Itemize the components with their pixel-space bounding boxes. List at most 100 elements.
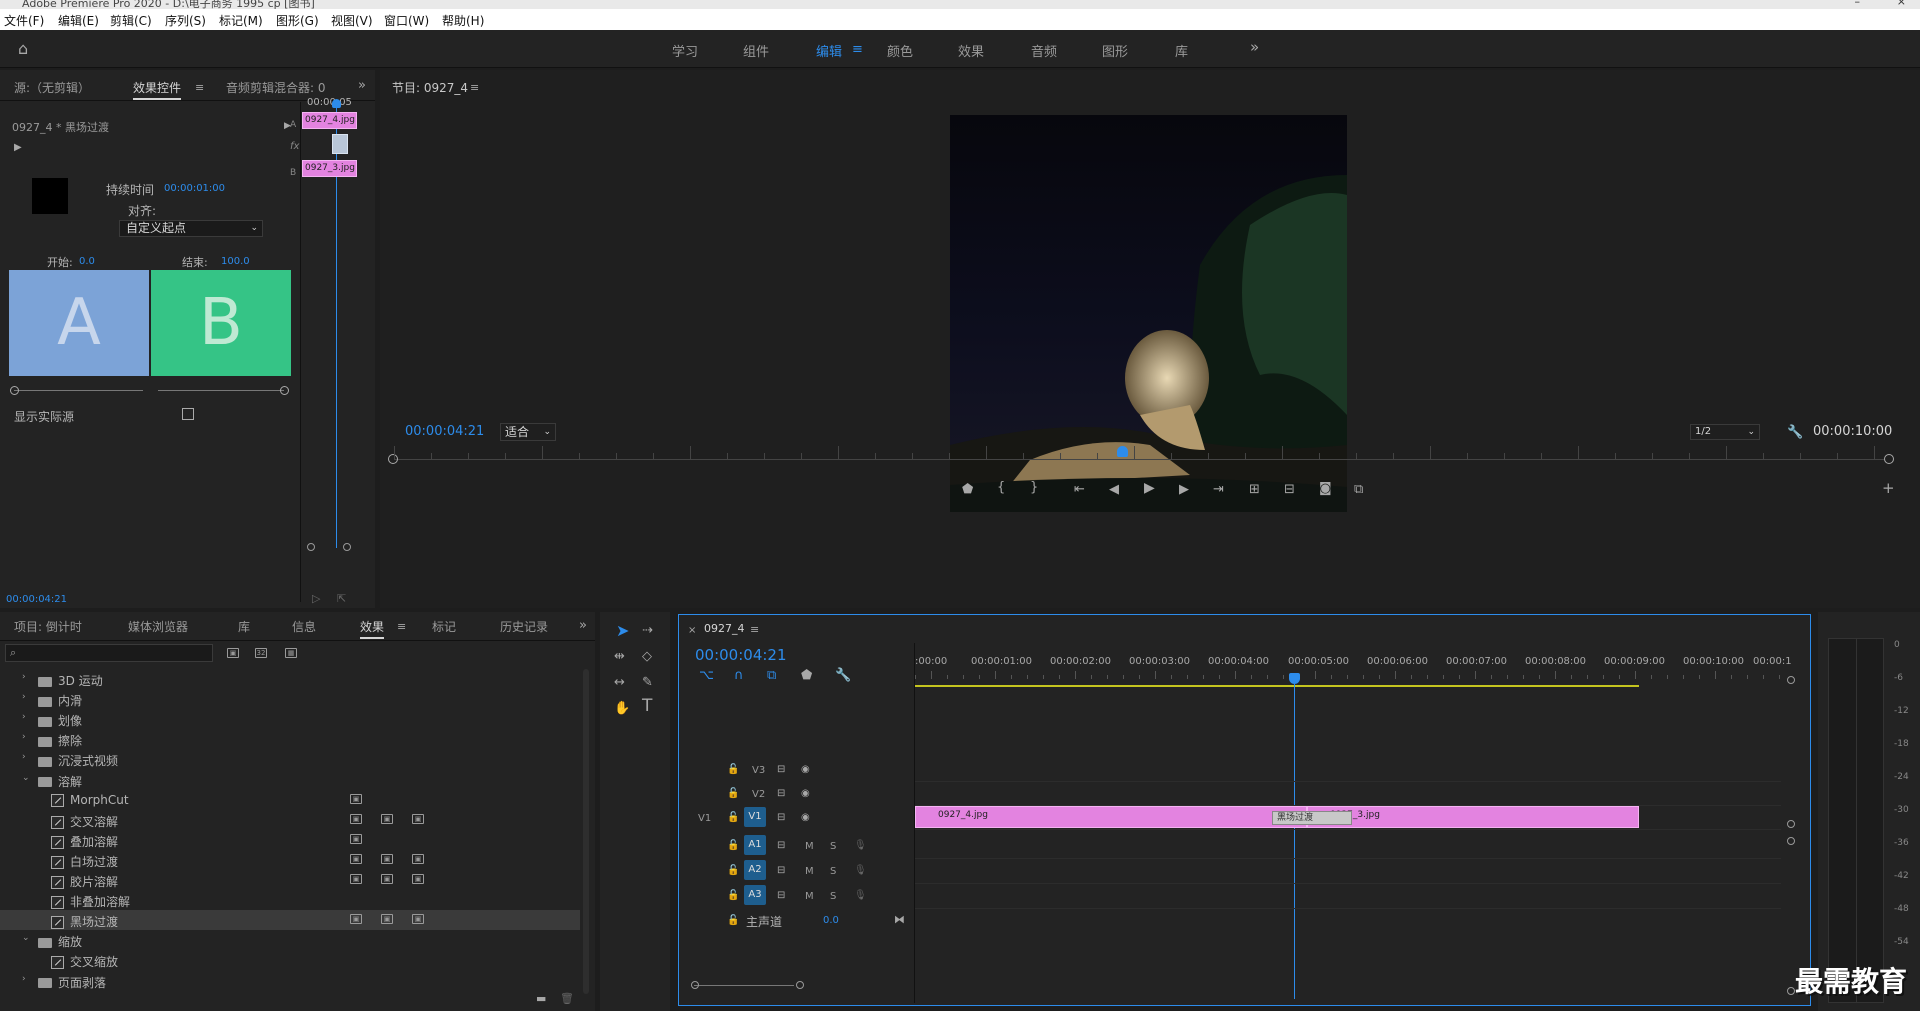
master-value[interactable]: 0.0 — [823, 915, 839, 926]
menu-item-3[interactable]: 序列(S) — [165, 12, 206, 29]
go-to-end-icon[interactable]: ⧓ — [894, 913, 905, 926]
chevron-right-icon[interactable]: › — [22, 712, 26, 722]
lock-icon[interactable]: 🔓 — [727, 864, 739, 877]
mic-icon[interactable]: 🎙 — [854, 864, 867, 877]
chevron-right-icon[interactable]: › — [22, 752, 26, 762]
end-slider-handle[interactable] — [280, 386, 289, 395]
effect-folder[interactable]: › 沉浸式视频 — [0, 749, 580, 769]
lock-icon[interactable]: 🔓 — [727, 889, 739, 902]
linked-selection-icon[interactable]: ⧉ — [767, 669, 776, 682]
snap-icon[interactable]: ∩ — [734, 669, 744, 682]
track-toggle-A2[interactable]: A2 — [744, 860, 766, 880]
effect-item[interactable]: 白场过渡 ▣ ▣ ▣ — [0, 850, 580, 870]
eye-icon[interactable]: ◉ — [801, 763, 810, 776]
workspace-tab-6[interactable]: 图形 — [1102, 41, 1128, 60]
chevron-right-icon[interactable]: › — [22, 732, 26, 742]
video-zoom-handle-top[interactable] — [1787, 676, 1795, 684]
project-tab-0[interactable]: 项目: 倒计时 — [14, 618, 82, 635]
effect-item[interactable]: 胶片溶解 ▣ ▣ ▣ — [0, 870, 580, 890]
quality-select[interactable]: 1/2 ⌄ — [1690, 424, 1760, 440]
close-tab-icon[interactable]: × — [688, 624, 696, 637]
effect-item[interactable]: 交叉溶解 ▣ ▣ ▣ — [0, 810, 580, 830]
timeline-zoom-bar[interactable] — [694, 985, 794, 986]
razor-tool-icon[interactable]: ◇ — [642, 650, 652, 663]
chevron-right-icon[interactable]: › — [22, 974, 26, 984]
mini-clip-b[interactable]: 0927_3.jpg — [302, 160, 357, 177]
solo-button[interactable]: S — [830, 891, 836, 902]
effect-folder[interactable]: › 内滑 — [0, 689, 580, 709]
step-forward-icon[interactable]: ▶ — [1179, 483, 1189, 496]
menu-item-6[interactable]: 视图(V) — [331, 12, 373, 29]
panel-menu-icon[interactable]: ≡ — [195, 81, 204, 94]
chevron-down-icon[interactable]: ⌄ — [22, 933, 30, 943]
effects-scrollbar[interactable] — [583, 669, 589, 994]
accelerated-effects-icon[interactable]: ▣ — [227, 648, 239, 658]
workspace-tab-7[interactable]: 库 — [1175, 41, 1188, 60]
filter-icon[interactable]: ▷ — [312, 592, 320, 605]
effects-menu-icon[interactable]: ≡ — [397, 620, 406, 633]
sync-lock-icon[interactable]: ⊟ — [777, 839, 785, 852]
add-marker-icon[interactable]: ⬟ — [962, 483, 973, 496]
workspace-tab-2[interactable]: 编辑 — [816, 41, 842, 60]
track-toggle-V2[interactable]: V2 — [752, 789, 765, 800]
menu-item-4[interactable]: 标记(M) — [219, 12, 263, 29]
track-toggle-A1[interactable]: A1 — [744, 835, 766, 855]
selection-tool-icon[interactable]: ➤ — [616, 623, 629, 639]
export-icon[interactable]: ⇱ — [337, 592, 346, 605]
step-back-icon[interactable]: ◀ — [1109, 483, 1119, 496]
effect-item[interactable]: 非叠加溶解 — [0, 890, 580, 910]
sync-lock-icon[interactable]: ⊟ — [777, 889, 785, 902]
mini-playhead-icon[interactable] — [332, 99, 341, 108]
lock-icon[interactable]: 🔓 — [727, 811, 739, 824]
mini-transition[interactable] — [332, 134, 348, 154]
workspace-tab-1[interactable]: 组件 — [743, 41, 769, 60]
timeline-tab[interactable]: 0927_4 — [704, 622, 745, 635]
workspace-menu-icon[interactable]: ≡ — [852, 43, 863, 56]
audio-zoom-handle-bottom[interactable] — [1787, 987, 1795, 995]
start-slider-handle[interactable] — [10, 386, 19, 395]
workspace-tab-0[interactable]: 学习 — [672, 41, 698, 60]
add-button-icon[interactable]: + — [1882, 481, 1895, 496]
solo-button[interactable]: S — [830, 841, 836, 852]
camera-icon[interactable]: ◙ — [1319, 482, 1332, 495]
menu-item-5[interactable]: 图形(G) — [276, 12, 319, 29]
add-marker-icon[interactable]: ⬟ — [801, 669, 812, 682]
track-select-tool-icon[interactable]: ⇢ — [642, 624, 653, 637]
menu-item-8[interactable]: 帮助(H) — [442, 12, 484, 29]
end-value[interactable]: 100.0 — [221, 256, 250, 267]
mini-clip-a[interactable]: 0927_4.jpg — [302, 112, 357, 129]
clip-a[interactable]: 0927_4.jpg — [915, 806, 1307, 828]
audio-zoom-handle-top[interactable] — [1787, 837, 1795, 845]
nest-sequence-icon[interactable]: ⌥ — [699, 669, 714, 682]
tab-audio-clip-mixer[interactable]: 音频剪辑混合器: 0 — [226, 79, 326, 96]
effects-search-input[interactable]: ⌕ — [5, 644, 213, 662]
track-toggle-V1[interactable]: V1 — [744, 807, 766, 827]
effect-folder[interactable]: › 划像 — [0, 709, 580, 729]
transition-block[interactable]: 黑场过渡 — [1272, 811, 1352, 825]
mute-button[interactable]: M — [805, 891, 814, 902]
tab-effect-controls[interactable]: 效果控件 — [133, 79, 182, 100]
start-value[interactable]: 0.0 — [79, 256, 95, 267]
sync-lock-icon[interactable]: ⊟ — [777, 811, 785, 824]
timeline-playhead-icon[interactable] — [1289, 673, 1300, 684]
program-timecode[interactable]: 00:00:04:21 — [405, 424, 484, 439]
solo-button[interactable]: S — [830, 866, 836, 877]
more-workspaces-icon[interactable]: » — [1250, 40, 1259, 55]
play-transition-icon[interactable]: ▶ — [14, 141, 22, 154]
sync-lock-icon[interactable]: ⊟ — [777, 864, 785, 877]
menu-item-7[interactable]: 窗口(W) — [384, 12, 429, 29]
mute-button[interactable]: M — [805, 841, 814, 852]
mic-icon[interactable]: 🎙 — [854, 839, 867, 852]
go-to-in-icon[interactable]: ⇤ — [1074, 483, 1085, 496]
chevron-right-icon[interactable]: › — [22, 672, 26, 682]
effect-folder[interactable]: › 擦除 — [0, 729, 580, 749]
chevron-down-icon[interactable]: ⌄ — [22, 773, 30, 783]
menu-item-2[interactable]: 剪辑(C) — [110, 12, 152, 29]
end-slider[interactable] — [158, 390, 284, 391]
sync-lock-icon[interactable]: ⊟ — [777, 763, 785, 776]
lock-icon[interactable]: 🔓 — [727, 763, 739, 776]
eye-icon[interactable]: ◉ — [801, 811, 810, 824]
timeline-timecode[interactable]: 00:00:04:21 — [695, 646, 787, 664]
show-source-checkbox[interactable] — [182, 408, 194, 420]
clip-b[interactable]: 0927_3.jpg — [1307, 806, 1639, 828]
